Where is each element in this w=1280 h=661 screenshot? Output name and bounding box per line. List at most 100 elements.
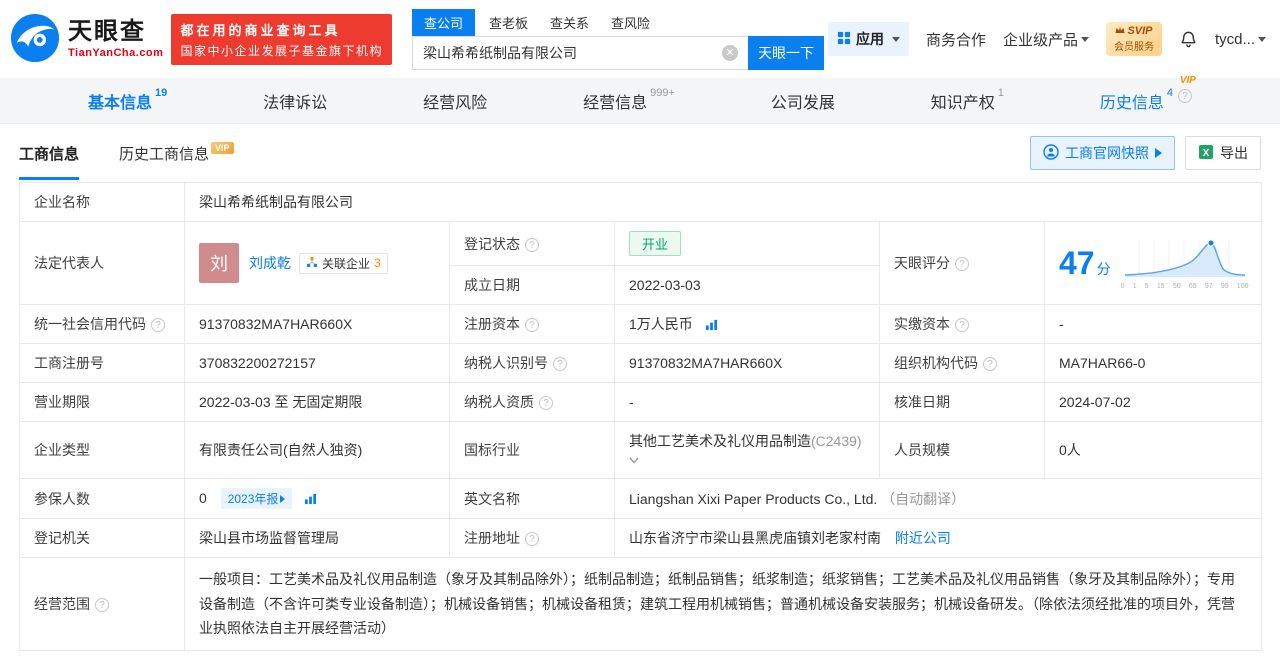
export-button[interactable]: X 导出 <box>1185 136 1261 170</box>
tab-count: 1 <box>997 86 1004 99</box>
export-label: 导出 <box>1220 145 1248 161</box>
auto-translate-note: （自动翻译） <box>881 490 966 507</box>
value-approval-date: 2024-07-02 <box>1043 382 1263 422</box>
label-registration-status: 登记状态 <box>449 221 615 266</box>
value-registration-authority: 梁山县市场监督管理局 <box>184 518 450 558</box>
value-paid-in-capital: - <box>1043 304 1263 344</box>
search-input[interactable] <box>411 35 748 70</box>
enterprise-product-label: 企业级产品 <box>1002 31 1078 49</box>
label-company-name: 企业名称 <box>19 182 185 222</box>
help-icon[interactable] <box>525 532 539 546</box>
apps-menu[interactable]: 应用 <box>827 22 909 56</box>
value-registered-address: 山东省济宁市梁山县黑虎庙镇刘老家村南 附近公司 <box>613 518 1263 558</box>
label-approval-date: 核准日期 <box>879 382 1045 422</box>
user-account-menu[interactable]: tycd... <box>1215 31 1266 48</box>
chevron-down-icon <box>1258 36 1266 42</box>
help-icon[interactable] <box>955 318 969 332</box>
search-tab-boss[interactable]: 查老板 <box>489 9 528 36</box>
search-section: 查公司 查老板 查关系 查风险 ✕ 天眼一下 <box>411 8 824 70</box>
help-icon[interactable] <box>539 396 553 410</box>
change-record-icon[interactable] <box>705 318 718 334</box>
subtab-business-registration[interactable]: 工商信息 <box>19 143 80 180</box>
value-tianyan-score[interactable]: 47 分 0 1 5 15 50 65 97 99 100 <box>1043 221 1263 305</box>
official-snapshot-button[interactable]: 工商官网快照 <box>1030 136 1175 170</box>
help-icon[interactable] <box>955 257 969 271</box>
apps-label: 应用 <box>855 31 884 47</box>
tab-company-development[interactable]: 公司发展 <box>771 89 835 113</box>
label-registration-number: 工商注册号 <box>19 343 185 383</box>
tab-label: 历史信息 <box>1099 94 1164 112</box>
label-registration-authority: 登记机关 <box>19 518 185 558</box>
svg-text:X: X <box>1203 148 1210 159</box>
value-company-type: 有限责任公司(自然人独资) <box>184 421 450 479</box>
table-row: 工商注册号 370832200272157 纳税人识别号 91370832MA7… <box>19 343 1263 383</box>
vip-tag: VIP <box>1179 74 1196 86</box>
table-row: 参保人数 0 2023年报 英文名称 Liangshan Xixi Paper … <box>19 478 1263 519</box>
value-insured-count: 0 2023年报 <box>184 478 450 519</box>
help-icon[interactable] <box>525 318 539 332</box>
chevron-down-icon <box>1080 36 1089 42</box>
tab-basic-info[interactable]: 基本信息 19 <box>88 87 167 113</box>
tab-operational-risk[interactable]: 经营风险 <box>423 89 487 113</box>
score-axis-labels: 0 1 5 15 50 65 97 99 100 <box>1120 282 1249 290</box>
notification-bell-icon[interactable] <box>1179 30 1198 49</box>
value-business-term: 2022-03-03 至 无固定期限 <box>184 382 450 422</box>
label-registered-address: 注册地址 <box>449 518 615 558</box>
company-info-table: 企业名称 梁山希希纸制品有限公司 法定代表人 刘 刘成乾 关联企业 3 登记状态… <box>19 182 1263 651</box>
label-insured-count: 参保人数 <box>19 478 185 519</box>
help-icon[interactable] <box>525 237 539 252</box>
tab-label: 经营风险 <box>423 94 488 112</box>
annual-report-link[interactable]: 2023年报 <box>220 488 293 509</box>
nearby-companies-link[interactable]: 附近公司 <box>895 530 951 546</box>
chevron-down-icon[interactable] <box>629 451 639 467</box>
tab-legal-litigation[interactable]: 法律诉讼 <box>263 89 327 113</box>
related-companies-badge[interactable]: 关联企业 3 <box>299 252 388 274</box>
help-icon[interactable] <box>553 357 567 371</box>
tab-history-info[interactable]: VIP 历史信息 4 <box>1099 75 1196 113</box>
help-icon[interactable] <box>95 597 109 612</box>
value-company-name: 梁山希希纸制品有限公司 <box>183 182 1263 222</box>
business-cooperation-link[interactable]: 商务合作 <box>926 29 986 50</box>
search-button[interactable]: 天眼一下 <box>747 35 824 70</box>
label-taxpayer-id: 纳税人识别号 <box>449 343 615 383</box>
change-record-icon[interactable] <box>304 492 317 508</box>
table-row: 营业期限 2022-03-03 至 无固定期限 纳税人资质 - 核准日期 202… <box>19 382 1263 422</box>
label-taxpayer-quality: 纳税人资质 <box>449 382 615 422</box>
enterprise-product-menu[interactable]: 企业级产品 <box>1003 29 1089 50</box>
tianyancha-logo-icon <box>10 13 60 66</box>
search-tab-relation[interactable]: 查关系 <box>550 9 589 36</box>
value-organization-code: MA7HAR66-0 <box>1043 343 1263 383</box>
avatar[interactable]: 刘 <box>199 243 239 283</box>
play-icon <box>1155 148 1162 158</box>
table-row: 企业名称 梁山希希纸制品有限公司 <box>19 182 1263 222</box>
subtab-history-business-registration[interactable]: 历史工商信息 VIP <box>119 142 234 164</box>
tab-count: 4 <box>1166 86 1173 99</box>
clear-search-icon[interactable]: ✕ <box>721 44 738 61</box>
legal-representative-link[interactable]: 刘成乾 <box>249 253 291 273</box>
help-icon[interactable] <box>983 357 997 371</box>
table-row: 经营范围 一般项目：工艺美术品及礼仪用品制造（象牙及其制品除外）；纸制品制造；纸… <box>19 557 1263 651</box>
logo-text-en: TianYanCha.com <box>68 46 164 59</box>
tab-intellectual-property[interactable]: 知识产权 1 <box>931 86 1004 113</box>
status-badge: 开业 <box>629 231 682 256</box>
username: tycd... <box>1214 30 1255 48</box>
value-taxpayer-quality: - <box>614 382 880 422</box>
label-tianyan-score: 天眼评分 <box>879 221 1045 305</box>
tab-business-info[interactable]: 经营信息 999+ <box>583 87 675 113</box>
table-row: 统一社会信用代码 91370832MA7HAR660X 注册资本 1万人民币 实… <box>19 304 1263 344</box>
svip-membership-badge[interactable]: SVIP 会员服务 <box>1105 22 1162 56</box>
tianyancha-logo[interactable]: 天眼查 TianYanCha.com <box>10 13 163 66</box>
label-organization-code: 组织机构代码 <box>879 343 1045 383</box>
help-icon[interactable] <box>1177 88 1192 103</box>
svip-sublabel: 会员服务 <box>1113 42 1154 53</box>
label-business-term: 营业期限 <box>19 382 185 422</box>
help-icon[interactable] <box>151 318 165 332</box>
header-right-menu: 应用 商务合作 企业级产品 SVIP 会员服务 tycd... <box>827 22 1266 56</box>
search-tab-risk[interactable]: 查风险 <box>611 9 650 36</box>
search-tab-company[interactable]: 查公司 <box>411 8 475 36</box>
label-staff-size: 人员规模 <box>879 421 1045 479</box>
score-number: 47 分 <box>1059 245 1111 281</box>
label-credit-code: 统一社会信用代码 <box>19 304 185 344</box>
label-industry: 国标行业 <box>449 421 615 479</box>
promo-line1: 都在用的商业查询工具 <box>180 22 341 38</box>
